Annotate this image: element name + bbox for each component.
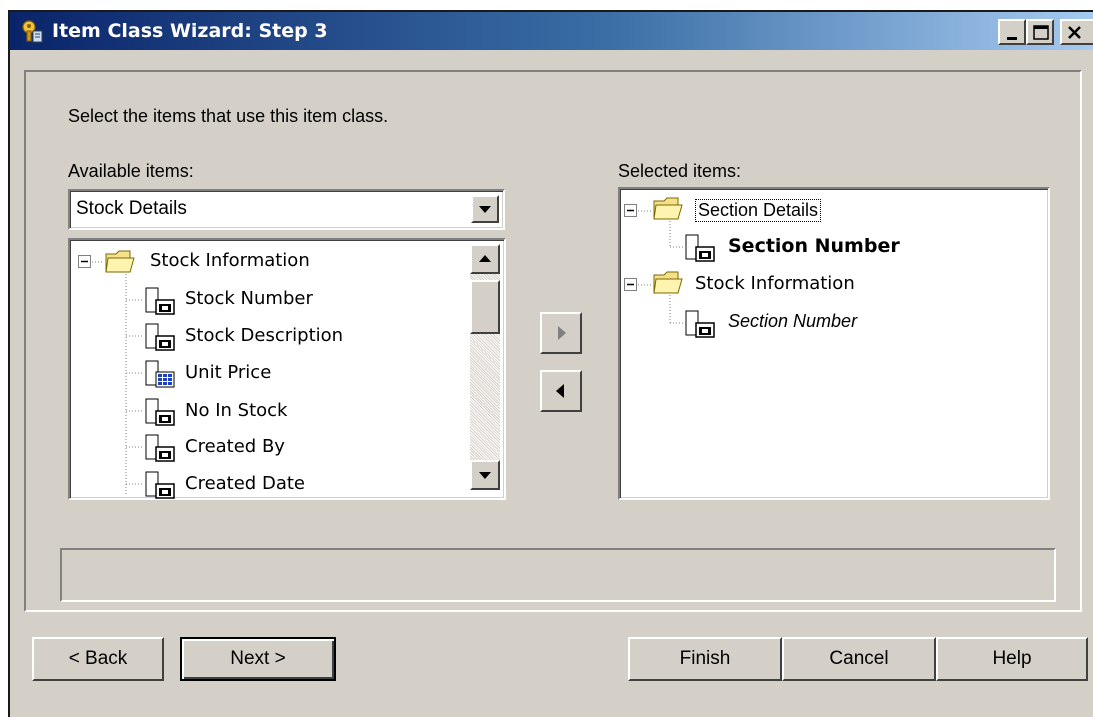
close-button[interactable]: [1060, 19, 1093, 45]
item-icon: [685, 234, 715, 262]
chevron-up-icon: [479, 255, 491, 262]
tree-item-bold[interactable]: Section Number: [728, 235, 900, 257]
tree-item-folder[interactable]: Stock Information: [150, 250, 310, 271]
chevron-down-icon: [479, 472, 491, 479]
description-box: [60, 548, 1056, 602]
maximize-icon: [1033, 25, 1049, 40]
arrow-right-icon: [558, 326, 566, 340]
help-button[interactable]: Help: [936, 637, 1088, 681]
finish-button[interactable]: Finish: [628, 637, 782, 681]
available-items-combo[interactable]: Stock Details: [68, 189, 505, 230]
combo-dropdown-button[interactable]: [471, 195, 499, 223]
calculated-item-icon: [145, 360, 175, 388]
tree-item-folder[interactable]: Stock Information: [695, 273, 855, 294]
tree-item[interactable]: Created Date: [185, 473, 305, 494]
window-title: Item Class Wizard: Step 3: [52, 20, 328, 42]
item-icon: [145, 287, 175, 315]
item-icon: [145, 434, 175, 462]
selected-items-label: Selected items:: [618, 161, 742, 181]
scroll-down-button[interactable]: [470, 460, 500, 490]
item-icon: [145, 398, 175, 426]
instruction-text: Select the items that use this item clas…: [68, 106, 389, 126]
combo-value: Stock Details: [76, 198, 187, 219]
item-icon: [685, 310, 715, 338]
title-bar[interactable]: Item Class Wizard: Step 3: [10, 12, 1093, 50]
available-items-tree[interactable]: Stock Information Stock Number Stock Des…: [68, 238, 506, 500]
selected-items-tree[interactable]: Section Details Section Number Stock Inf…: [618, 187, 1050, 500]
cancel-button[interactable]: Cancel: [782, 637, 936, 681]
arrow-left-icon: [556, 384, 564, 398]
folder-icon: [105, 250, 135, 273]
add-item-button[interactable]: [540, 312, 582, 354]
tree-item[interactable]: Stock Number: [185, 288, 313, 309]
tree-item[interactable]: Stock Description: [185, 325, 343, 346]
folder-icon: [653, 271, 683, 294]
scroll-up-button[interactable]: [470, 244, 500, 274]
collapse-icon[interactable]: [78, 255, 92, 269]
minimize-icon: [1007, 37, 1017, 40]
tree-item-folder-focused[interactable]: Section Details: [695, 199, 822, 222]
tree-item[interactable]: Created By: [185, 436, 285, 457]
tree-item[interactable]: Unit Price: [185, 362, 271, 383]
chevron-down-icon: [479, 206, 491, 213]
remove-item-button[interactable]: [540, 370, 582, 412]
maximize-button[interactable]: [1026, 19, 1054, 45]
minimize-button[interactable]: [998, 19, 1026, 45]
collapse-icon[interactable]: [624, 278, 638, 292]
vertical-scrollbar[interactable]: [470, 244, 500, 490]
close-icon: [1068, 26, 1081, 39]
folder-icon: [653, 197, 683, 220]
next-button[interactable]: Next >: [180, 637, 336, 681]
item-class-wizard-window: Item Class Wizard: Step 3 Select the ite…: [8, 10, 1093, 717]
back-button[interactable]: < Back: [32, 637, 164, 681]
item-icon: [145, 471, 175, 499]
collapse-icon[interactable]: [624, 204, 638, 218]
wizard-key-icon: [22, 20, 43, 43]
tree-item[interactable]: No In Stock: [185, 400, 287, 421]
scroll-thumb[interactable]: [470, 280, 500, 334]
item-icon: [145, 323, 175, 351]
available-items-label: Available items:: [68, 161, 194, 181]
tree-item-italic[interactable]: Section Number: [728, 311, 857, 332]
